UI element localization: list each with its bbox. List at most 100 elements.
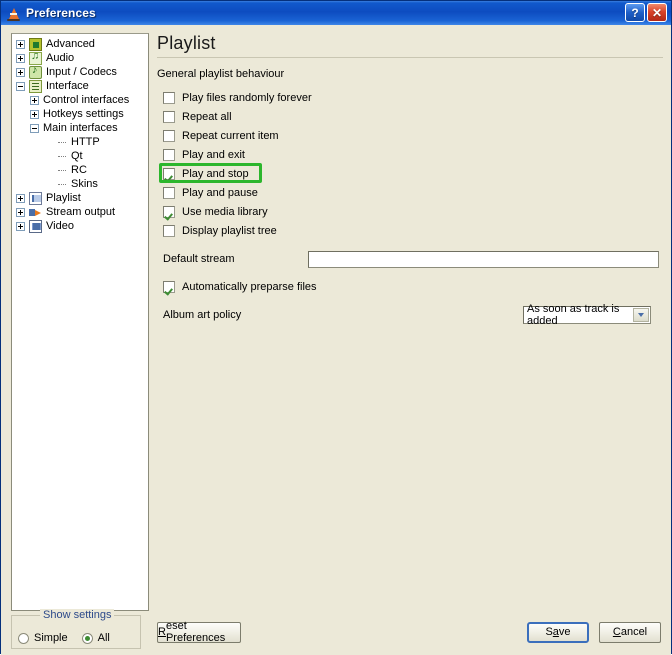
close-icon[interactable]: ✕ — [647, 3, 667, 22]
checkbox-row-play-files-randomly-forever[interactable]: Play files randomly forever — [155, 89, 663, 107]
checkbox-row-display-playlist-tree[interactable]: Display playlist tree — [155, 222, 663, 240]
dialog-buttons: Save Cancel — [527, 622, 663, 643]
sidebar-item-input-codecs[interactable]: Input / Codecs — [12, 65, 148, 79]
section-label: General playlist behaviour — [155, 68, 663, 80]
sidebar-item-interface[interactable]: Interface — [12, 79, 148, 93]
checkbox-display-playlist-tree[interactable] — [163, 225, 175, 237]
checkbox-row-play-and-pause[interactable]: Play and pause — [155, 184, 663, 202]
checkbox-row-repeat-current-item[interactable]: Repeat current item — [155, 127, 663, 145]
checkbox-play-files-randomly-forever[interactable] — [163, 92, 175, 104]
checkbox-label: Play and stop — [182, 168, 249, 180]
sidebar-item-label: Stream output — [46, 206, 115, 218]
body-area: Advanced Audio Input / Codecs Interface Cont… — [3, 27, 669, 611]
audio-note-icon — [29, 52, 42, 65]
checkbox-play-and-pause[interactable] — [163, 187, 175, 199]
sidebar-item-label: Audio — [46, 52, 74, 64]
collapse-icon[interactable] — [16, 82, 25, 91]
sidebar-item-label: Advanced — [46, 38, 95, 50]
expand-icon[interactable] — [16, 40, 25, 49]
show-settings-legend: Show settings — [40, 609, 114, 621]
sidebar-item-label: Control interfaces — [43, 94, 129, 106]
sidebar-item-label: Interface — [46, 80, 89, 92]
checkbox-label: Repeat current item — [182, 130, 279, 142]
sidebar-item-advanced[interactable]: Advanced — [12, 37, 148, 51]
reset-mnemonic: R — [158, 626, 166, 638]
sidebar-item-hotkeys-settings[interactable]: Hotkeys settings — [12, 107, 148, 121]
sidebar-item-label: Input / Codecs — [46, 66, 117, 78]
checkbox-label: Use media library — [182, 206, 268, 218]
stream-output-icon — [29, 206, 42, 219]
sidebar-item-main-interfaces[interactable]: Main interfaces — [12, 121, 148, 135]
preferences-window: Preferences ? ✕ Advanced Audio Input / Cod… — [0, 0, 672, 654]
checkbox-row-use-media-library[interactable]: Use media library — [155, 203, 663, 221]
reset-preferences-button[interactable]: Reset Preferences — [157, 622, 241, 643]
expand-icon[interactable] — [16, 54, 25, 63]
help-button[interactable]: ? — [625, 3, 645, 22]
radio-simple-indicator[interactable] — [18, 633, 29, 644]
expand-icon[interactable] — [30, 110, 39, 119]
cancel-rest: ancel — [621, 626, 647, 638]
cancel-mnemonic: C — [613, 626, 621, 638]
checkbox-label: Play and pause — [182, 187, 258, 199]
save-button[interactable]: Save — [527, 622, 589, 643]
album-art-policy-select[interactable]: As soon as track is added — [523, 306, 651, 324]
preparse-row[interactable]: Automatically preparse files — [155, 278, 663, 296]
settings-tree-panel[interactable]: Advanced Audio Input / Codecs Interface Cont… — [11, 33, 149, 611]
tree-leaf-line — [58, 138, 67, 147]
video-monitor-icon — [29, 220, 42, 233]
tree-leaf-line — [58, 166, 67, 175]
chevron-down-icon[interactable] — [633, 308, 649, 322]
checkbox-play-and-exit[interactable] — [163, 149, 175, 161]
save-pre: S — [545, 626, 552, 638]
preparse-checkbox[interactable] — [163, 281, 175, 293]
window-title: Preferences — [26, 6, 96, 20]
sidebar-item-control-interfaces[interactable]: Control interfaces — [12, 93, 148, 107]
checkbox-play-and-stop[interactable] — [163, 168, 175, 180]
title-bar: Preferences ? ✕ — [1, 1, 671, 25]
collapse-icon[interactable] — [30, 124, 39, 133]
sidebar-item-video[interactable]: Video — [12, 219, 148, 233]
sidebar-item-stream-output[interactable]: Stream output — [12, 205, 148, 219]
checkbox-label: Display playlist tree — [182, 225, 277, 237]
sidebar-item-qt[interactable]: Qt — [12, 149, 148, 163]
album-art-label: Album art policy — [163, 309, 523, 321]
reset-rest: eset Preferences — [166, 620, 240, 644]
checkbox-row-repeat-all[interactable]: Repeat all — [155, 108, 663, 126]
expand-icon[interactable] — [16, 222, 25, 231]
expand-icon[interactable] — [16, 208, 25, 217]
cancel-button[interactable]: Cancel — [599, 622, 661, 643]
checkbox-use-media-library[interactable] — [163, 206, 175, 218]
sidebar-item-label: Qt — [71, 150, 83, 162]
checkbox-repeat-all[interactable] — [163, 111, 175, 123]
sidebar-item-label: HTTP — [71, 136, 100, 148]
expand-icon[interactable] — [16, 194, 25, 203]
radio-all-indicator[interactable] — [82, 633, 93, 644]
playlist-options-list: Play files randomly foreverRepeat all Rep… — [155, 89, 663, 240]
footer-bar: Show settings Simple All Reset Preferenc… — [3, 611, 669, 653]
radio-all[interactable]: All — [82, 632, 110, 644]
sidebar-item-playlist[interactable]: Playlist — [12, 191, 148, 205]
radio-simple-label: Simple — [34, 632, 68, 644]
default-stream-input[interactable] — [308, 251, 659, 268]
expand-icon[interactable] — [16, 68, 25, 77]
preparse-label: Automatically preparse files — [182, 281, 317, 293]
radio-all-label: All — [98, 632, 110, 644]
checkbox-row-play-and-exit[interactable]: Play and exit — [155, 146, 663, 164]
sidebar-item-audio[interactable]: Audio — [12, 51, 148, 65]
sidebar-item-label: Hotkeys settings — [43, 108, 124, 120]
checkbox-label: Play and exit — [182, 149, 245, 161]
sidebar-item-skins[interactable]: Skins — [12, 177, 148, 191]
expand-icon[interactable] — [30, 96, 39, 105]
sidebar-item-label: Skins — [71, 178, 98, 190]
playlist-icon — [29, 192, 42, 205]
sidebar-item-rc[interactable]: RC — [12, 163, 148, 177]
checkbox-repeat-current-item[interactable] — [163, 130, 175, 142]
sidebar-item-label: Main interfaces — [43, 122, 118, 134]
radio-simple[interactable]: Simple — [18, 632, 68, 644]
vlc-cone-icon — [6, 6, 21, 21]
checkbox-row-play-and-stop[interactable]: Play and stop — [155, 165, 663, 183]
sidebar-item-http[interactable]: HTTP — [12, 135, 148, 149]
interface-list-icon — [29, 80, 42, 93]
sidebar-item-label: Video — [46, 220, 74, 232]
input-codecs-icon — [29, 66, 42, 79]
